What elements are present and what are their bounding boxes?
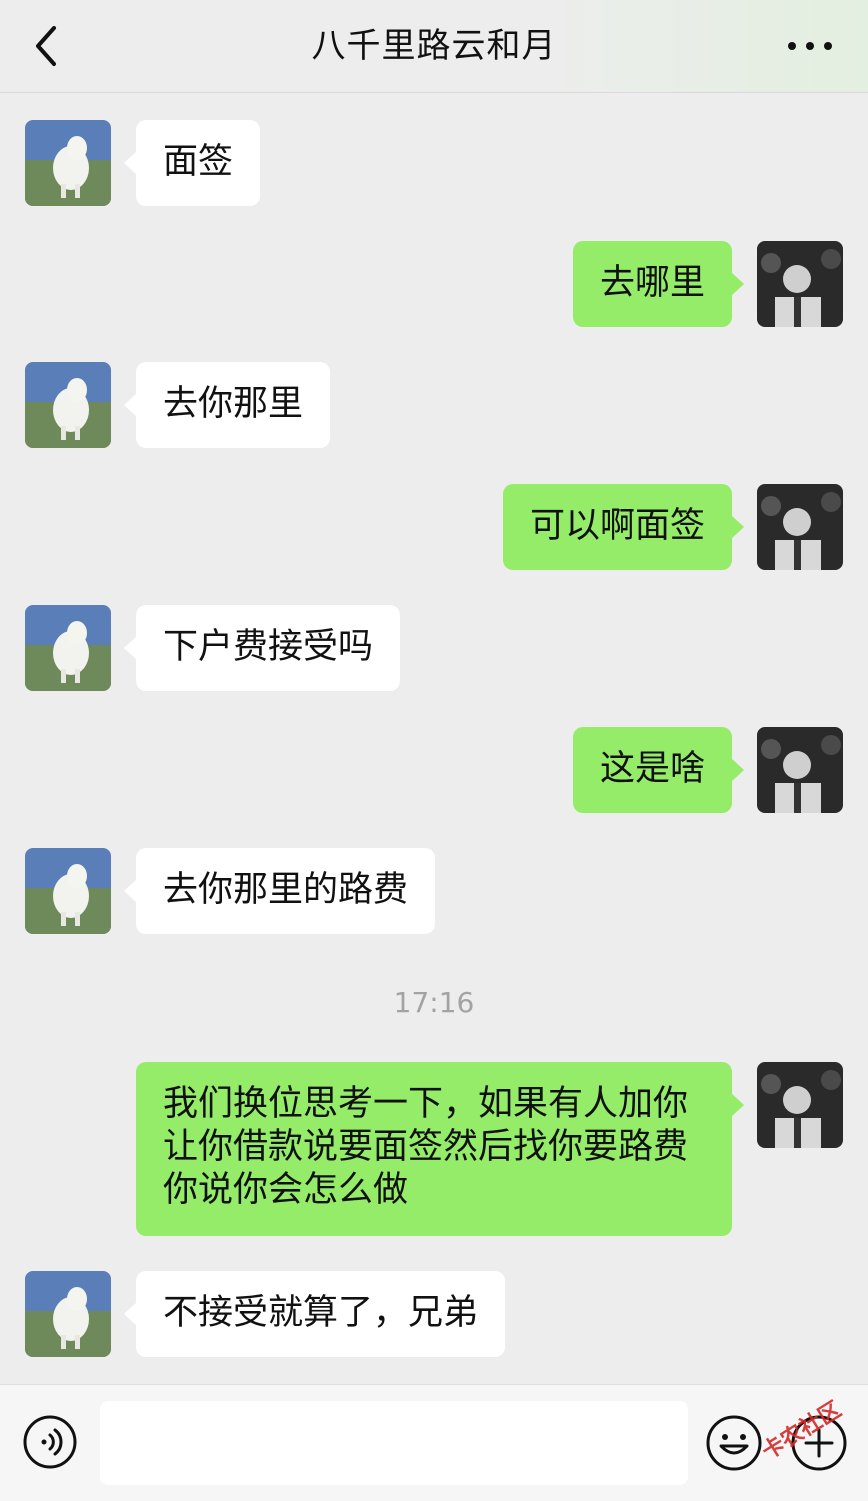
- chat-header: 八千里路云和月: [0, 0, 868, 93]
- goat-avatar-icon: [25, 362, 111, 448]
- avatar-contact[interactable]: [25, 848, 111, 934]
- avatar-contact[interactable]: [25, 1271, 111, 1357]
- person-avatar-icon: [757, 727, 843, 813]
- message-timestamp: 17:16: [393, 986, 475, 1019]
- more-icon: [788, 42, 832, 50]
- incoming-message-bubble[interactable]: 去你那里的路费: [123, 848, 436, 934]
- goat-avatar-icon: [25, 848, 111, 934]
- avatar-self[interactable]: [757, 241, 843, 327]
- person-avatar-icon: [757, 241, 843, 327]
- input-bar: [0, 1384, 868, 1501]
- chat-title: 八千里路云和月: [311, 26, 557, 66]
- avatar-contact[interactable]: [25, 605, 111, 691]
- back-button[interactable]: [24, 22, 72, 70]
- goat-avatar-icon: [25, 605, 111, 691]
- avatar-self[interactable]: [757, 1062, 843, 1148]
- avatar-self[interactable]: [757, 727, 843, 813]
- outgoing-message-bubble[interactable]: 我们换位思考一下，如果有人加你 让你借款说要面签然后找你要路费 你说你会怎么做: [136, 1062, 744, 1236]
- voice-icon: [23, 1415, 77, 1469]
- avatar-self[interactable]: [757, 484, 843, 570]
- incoming-message-bubble[interactable]: 不接受就算了，兄弟: [123, 1271, 506, 1357]
- chevron-left-icon: [36, 26, 56, 66]
- avatar-contact[interactable]: [25, 120, 111, 206]
- goat-avatar-icon: [25, 1271, 111, 1357]
- outgoing-message-bubble[interactable]: 这是啥: [572, 727, 745, 813]
- incoming-message-bubble[interactable]: 面签: [123, 120, 261, 206]
- avatar-contact[interactable]: [25, 362, 111, 448]
- outgoing-message-bubble[interactable]: 去哪里: [572, 241, 745, 327]
- voice-button[interactable]: [22, 1414, 78, 1470]
- person-avatar-icon: [757, 1062, 843, 1148]
- emoji-button[interactable]: [705, 1414, 763, 1472]
- incoming-message-bubble[interactable]: 去你那里: [123, 362, 331, 448]
- person-avatar-icon: [757, 484, 843, 570]
- message-input[interactable]: [100, 1401, 688, 1485]
- incoming-message-bubble[interactable]: 下户费接受吗: [123, 605, 401, 691]
- goat-avatar-icon: [25, 120, 111, 206]
- more-button[interactable]: [782, 24, 838, 68]
- emoji-icon: [706, 1415, 762, 1471]
- outgoing-message-bubble[interactable]: 可以啊面签: [502, 484, 745, 570]
